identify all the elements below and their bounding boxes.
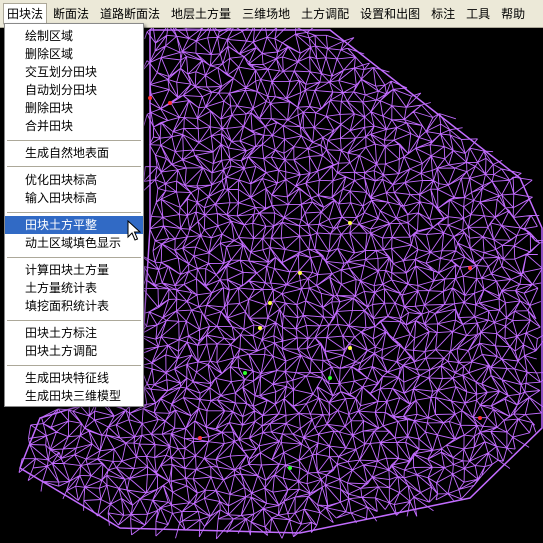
menu-item-earthwork-leveling[interactable]: 田块土方平整 xyxy=(5,216,143,234)
menu-road-section[interactable]: 道路断面法 xyxy=(95,4,165,24)
menu-separator xyxy=(7,257,141,258)
menu-help[interactable]: 帮助 xyxy=(496,4,530,24)
menu-item-feature-lines[interactable]: 生成田块特征线 xyxy=(5,369,143,387)
menu-duanmianfa[interactable]: 断面法 xyxy=(48,4,94,24)
menu-item-merge-block[interactable]: 合并田块 xyxy=(5,117,143,135)
menu-separator xyxy=(7,365,141,366)
menu-3d-site[interactable]: 三维场地 xyxy=(237,4,295,24)
menu-item-fill-color-display[interactable]: 动土区域填色显示 xyxy=(5,234,143,252)
survey-point xyxy=(168,101,172,105)
dropdown-menu: 绘制区域 删除区域 交互划分田块 自动划分田块 删除田块 合并田块 生成自然地表… xyxy=(4,23,144,407)
survey-point xyxy=(478,416,482,420)
menu-item-delete-region[interactable]: 删除区域 xyxy=(5,45,143,63)
menu-earthwork-allocation[interactable]: 土方调配 xyxy=(296,4,354,24)
menu-item-earthwork-label[interactable]: 田块土方标注 xyxy=(5,324,143,342)
survey-point xyxy=(288,466,292,470)
menu-item-earthwork-allocate[interactable]: 田块土方调配 xyxy=(5,342,143,360)
survey-point xyxy=(468,266,472,270)
mouse-pointer-icon xyxy=(127,220,141,241)
menu-item-area-table[interactable]: 填挖面积统计表 xyxy=(5,297,143,315)
survey-point xyxy=(258,326,262,330)
menu-item-interactive-divide[interactable]: 交互划分田块 xyxy=(5,63,143,81)
survey-point xyxy=(198,436,202,440)
survey-point xyxy=(243,371,247,375)
menu-item-auto-divide[interactable]: 自动划分田块 xyxy=(5,81,143,99)
menu-strata-volume[interactable]: 地层土方量 xyxy=(166,4,236,24)
survey-point xyxy=(298,271,302,275)
menu-item-3d-model[interactable]: 生成田块三维模型 xyxy=(5,387,143,405)
menu-separator xyxy=(7,140,141,141)
survey-point xyxy=(348,221,352,225)
menu-item-volume-table[interactable]: 土方量统计表 xyxy=(5,279,143,297)
menu-separator xyxy=(7,320,141,321)
menu-item-calc-volume[interactable]: 计算田块土方量 xyxy=(5,261,143,279)
menu-item-input-elevation[interactable]: 输入田块标高 xyxy=(5,189,143,207)
menu-item-draw-region[interactable]: 绘制区域 xyxy=(5,27,143,45)
survey-point xyxy=(328,376,332,380)
menu-item-optimize-elevation[interactable]: 优化田块标高 xyxy=(5,171,143,189)
menu-annotate[interactable]: 标注 xyxy=(426,4,460,24)
menu-settings-plot[interactable]: 设置和出图 xyxy=(355,4,425,24)
menu-item-generate-surface[interactable]: 生成自然地表面 xyxy=(5,144,143,162)
survey-point xyxy=(268,301,272,305)
survey-point xyxy=(148,96,152,100)
menu-item-delete-block[interactable]: 删除田块 xyxy=(5,99,143,117)
menu-tools[interactable]: 工具 xyxy=(461,4,495,24)
menu-separator xyxy=(7,166,141,167)
menu-tiankuaifa[interactable]: 田块法 xyxy=(3,2,48,25)
survey-point xyxy=(348,346,352,350)
menu-separator xyxy=(7,212,141,213)
